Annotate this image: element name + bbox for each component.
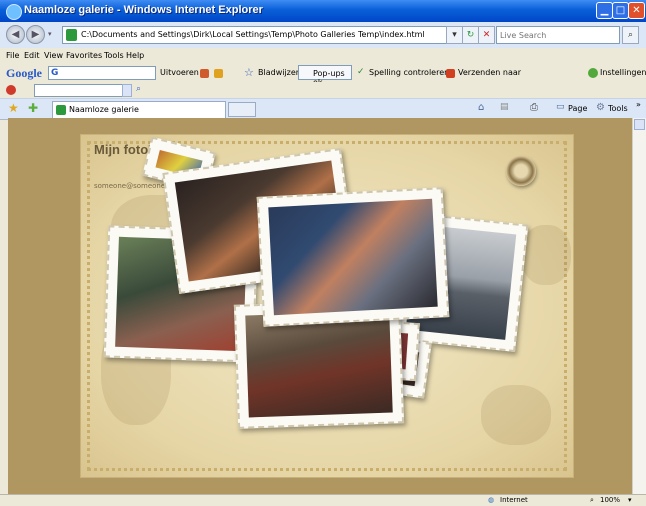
send-icon: [446, 69, 455, 78]
menu-view[interactable]: View: [44, 51, 63, 60]
window-title: Naamloze galerie - Windows Internet Expl…: [24, 4, 263, 16]
back-icon[interactable]: ◀: [6, 25, 25, 44]
google-search-label: G: [51, 68, 59, 78]
menu-file[interactable]: File: [6, 51, 19, 60]
google-search-input[interactable]: G: [48, 66, 156, 80]
menu-bar: File Edit View Favorites Tools Help: [0, 48, 646, 64]
settings-button[interactable]: Instellingen: [600, 68, 646, 77]
maximize-button[interactable]: □: [612, 2, 629, 19]
page-menu-button[interactable]: Page: [568, 104, 587, 113]
extra-toolbar: ⌕: [0, 82, 646, 98]
zoom-icon: ⌕: [590, 496, 594, 504]
zoom-dropdown-icon[interactable]: ▾: [628, 496, 632, 504]
tab-bar: ★ ✚ Naamloze galerie ⌂ ▤ ⎙ ▭ Page ⚙ Tool…: [0, 98, 646, 120]
google-run-button[interactable]: Uitvoeren: [160, 68, 199, 77]
history-dropdown-icon[interactable]: ▾: [48, 30, 52, 38]
zoom-level[interactable]: 100%: [600, 496, 620, 504]
tab-page-icon: [56, 105, 66, 115]
chevron-more-icon[interactable]: »: [636, 100, 641, 109]
menu-favorites[interactable]: Favorites: [66, 51, 102, 60]
close-button[interactable]: ✕: [628, 2, 645, 19]
title-bar: Naamloze galerie - Windows Internet Expl…: [0, 0, 646, 22]
map-continent-shape: [521, 225, 571, 285]
stop-icon[interactable]: ✕: [478, 26, 495, 44]
news-icon[interactable]: [200, 69, 209, 78]
status-bar: ◍ Internet ⌕ 100% ▾: [0, 494, 646, 506]
spellcheck-button[interactable]: Spelling controleren: [369, 68, 449, 77]
menu-help[interactable]: Help: [126, 51, 144, 60]
print-icon[interactable]: ⎙: [530, 102, 538, 113]
toolbar-dropdown-icon[interactable]: [122, 84, 132, 97]
map-continent-shape: [481, 385, 551, 445]
popup-icon[interactable]: [214, 69, 223, 78]
compass-icon: [506, 156, 536, 186]
minimize-button[interactable]: ▁: [596, 2, 613, 19]
photo-stamp[interactable]: [256, 187, 450, 327]
globe-icon: ◍: [488, 496, 495, 504]
favorites-star-icon[interactable]: ★: [8, 101, 19, 115]
page-menu-icon: ▭: [556, 102, 565, 112]
scroll-up-icon[interactable]: [634, 119, 645, 130]
page-content: Mijn foto' someone@someone.net: [8, 118, 632, 494]
page-icon: [66, 29, 77, 41]
add-favorites-icon[interactable]: ✚: [28, 101, 38, 115]
search-input[interactable]: [500, 28, 618, 42]
send-button[interactable]: Verzenden naar: [458, 68, 521, 77]
address-bar[interactable]: C:\Documents and Settings\Dirk\Local Set…: [62, 26, 458, 44]
photo-image: [268, 198, 438, 316]
toolbar-search-icon[interactable]: ⌕: [136, 84, 141, 94]
tab-label: Naamloze galerie: [69, 105, 139, 114]
forward-icon[interactable]: ▶: [26, 25, 45, 44]
tools-menu-button[interactable]: Tools: [608, 104, 628, 113]
toolbar-input[interactable]: [34, 84, 132, 97]
ie-icon: [6, 4, 22, 20]
search-box[interactable]: [496, 26, 620, 44]
menu-edit[interactable]: Edit: [24, 51, 40, 60]
spellcheck-icon: ✓: [357, 67, 365, 77]
refresh-icon[interactable]: ↻: [462, 26, 479, 44]
new-tab-button[interactable]: [228, 102, 256, 117]
settings-icon: [588, 68, 598, 78]
vertical-scrollbar[interactable]: [632, 118, 646, 494]
tab-naamloze-galerie[interactable]: Naamloze galerie: [52, 101, 226, 118]
google-toolbar: Google G Uitvoeren ☆ Bladwijzers Pop-ups…: [0, 64, 646, 87]
home-icon[interactable]: ⌂: [478, 102, 484, 113]
security-zone: Internet: [500, 496, 528, 504]
search-icon[interactable]: ⌕: [622, 26, 639, 44]
feed-icon[interactable]: ▤: [500, 102, 509, 112]
tools-gear-icon: ⚙: [596, 102, 605, 113]
address-text: C:\Documents and Settings\Dirk\Local Set…: [81, 30, 425, 39]
navigation-bar: ◀ ▶ ▾ C:\Documents and Settings\Dirk\Loc…: [0, 22, 646, 49]
bookmark-star-icon: ☆: [244, 66, 254, 79]
address-dropdown-icon[interactable]: ▾: [446, 26, 463, 44]
page-title: Mijn foto': [94, 142, 152, 157]
menu-tools[interactable]: Tools: [104, 51, 124, 60]
block-icon[interactable]: [6, 85, 16, 95]
google-logo: Google: [6, 66, 42, 80]
bookmarks-button[interactable]: Bladwijzers: [258, 68, 303, 77]
popups-button[interactable]: Pop-ups ok: [298, 65, 352, 87]
